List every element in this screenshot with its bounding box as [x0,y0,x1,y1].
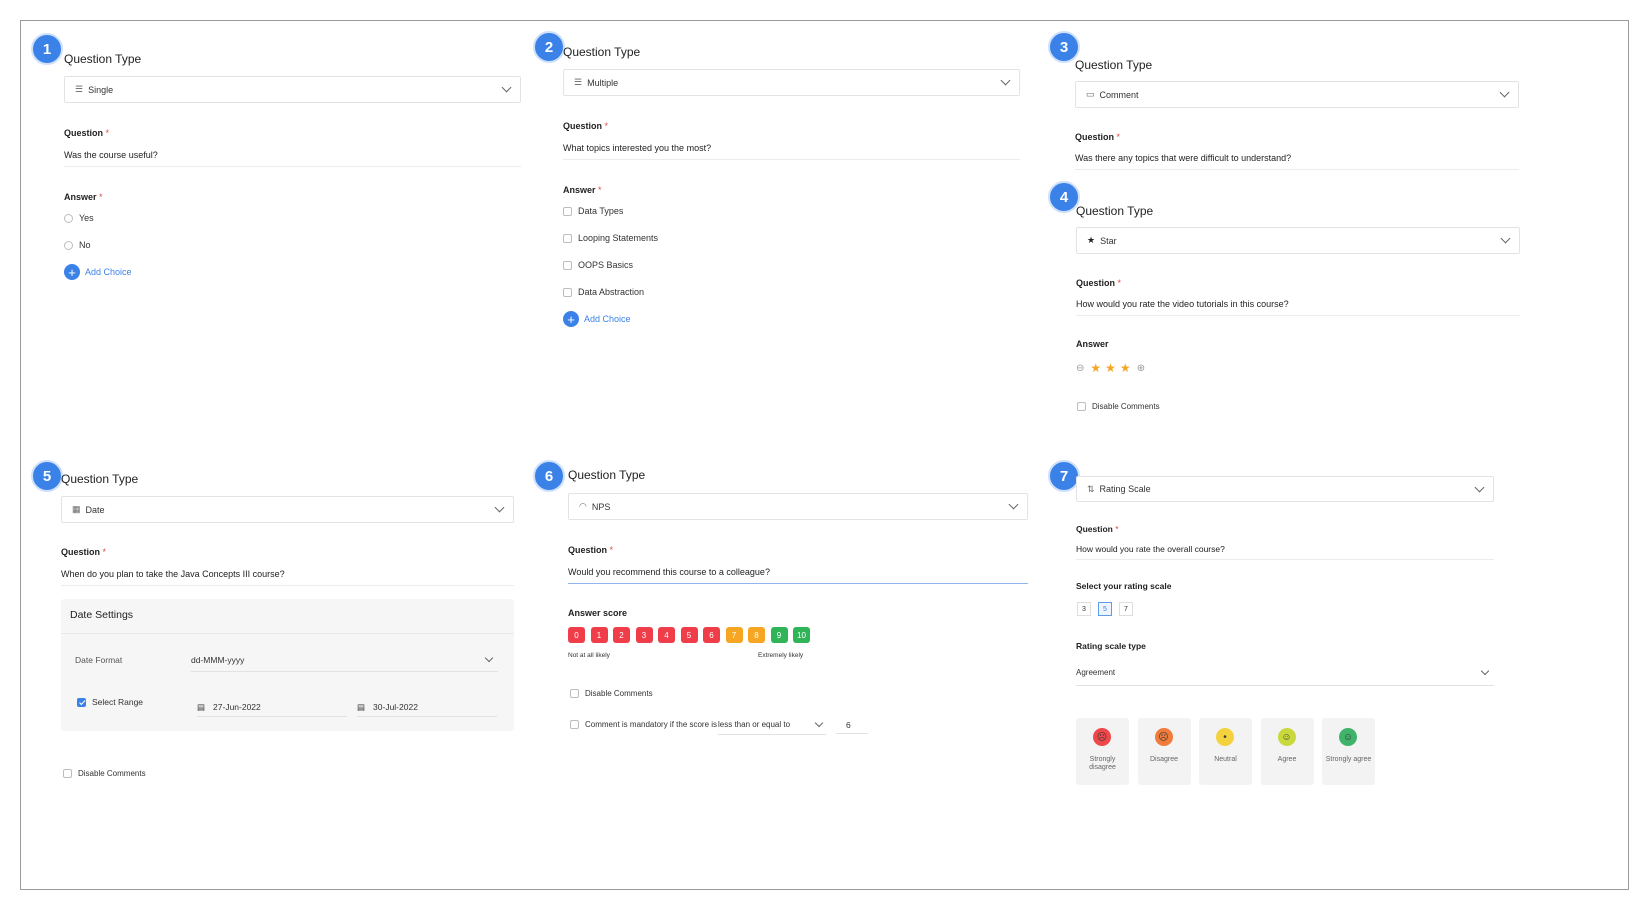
rating-card-strongly-disagree[interactable]: ☹ Strongly disagree [1076,718,1129,785]
rating-card-label: Strongly disagree [1089,756,1116,771]
rating-card-label: Neutral [1214,756,1237,763]
chevron-down-icon [1474,482,1485,493]
question-type-select[interactable]: ⇅ Rating Scale [1076,476,1494,502]
smile-face-icon: ☺ [1277,728,1296,746]
rating-scale-label: Select your rating scale [1076,581,1172,591]
very-angry-face-icon: ☹ [1093,728,1111,746]
panel-rating-scale: 7 ⇅ Rating Scale Question * How would yo… [0,0,1560,800]
rating-scale-icon: ⇅ [1087,483,1095,494]
rating-card-label: Strongly agree [1325,756,1372,763]
chevron-down-icon [1480,666,1490,676]
question-type-value: Rating Scale [1099,484,1151,494]
neutral-face-icon: • [1216,728,1234,746]
agreement-face-row: ☹ Strongly disagree ☹ Disagree • Neutral ☺ Agre… [1076,718,1396,788]
rating-card-disagree[interactable]: ☹ Disagree [1137,718,1191,785]
rating-card-label: Agree [1277,756,1297,763]
question-underline [1076,559,1494,560]
question-label: Question * [1076,524,1119,534]
rating-scale-type-select[interactable]: Agreement [1076,666,1494,686]
rating-scale-type-label: Rating scale type [1076,641,1146,651]
happy-face-icon: ☺ [1339,728,1357,746]
scale-option-7[interactable]: 7 [1119,602,1133,616]
scale-option-3[interactable]: 3 [1077,602,1091,616]
rating-card-strongly-agree[interactable]: ☺ Strongly agree [1322,718,1375,785]
scale-option-5[interactable]: 5 [1098,602,1112,616]
rating-card-neutral[interactable]: • Neutral [1199,718,1252,785]
angry-face-icon: ☹ [1154,728,1173,746]
rating-card-agree[interactable]: ☺ Agree [1260,718,1314,785]
rating-card-label: Disagree [1149,756,1178,763]
question-input[interactable]: How would you rate the overall course? [1076,544,1225,554]
